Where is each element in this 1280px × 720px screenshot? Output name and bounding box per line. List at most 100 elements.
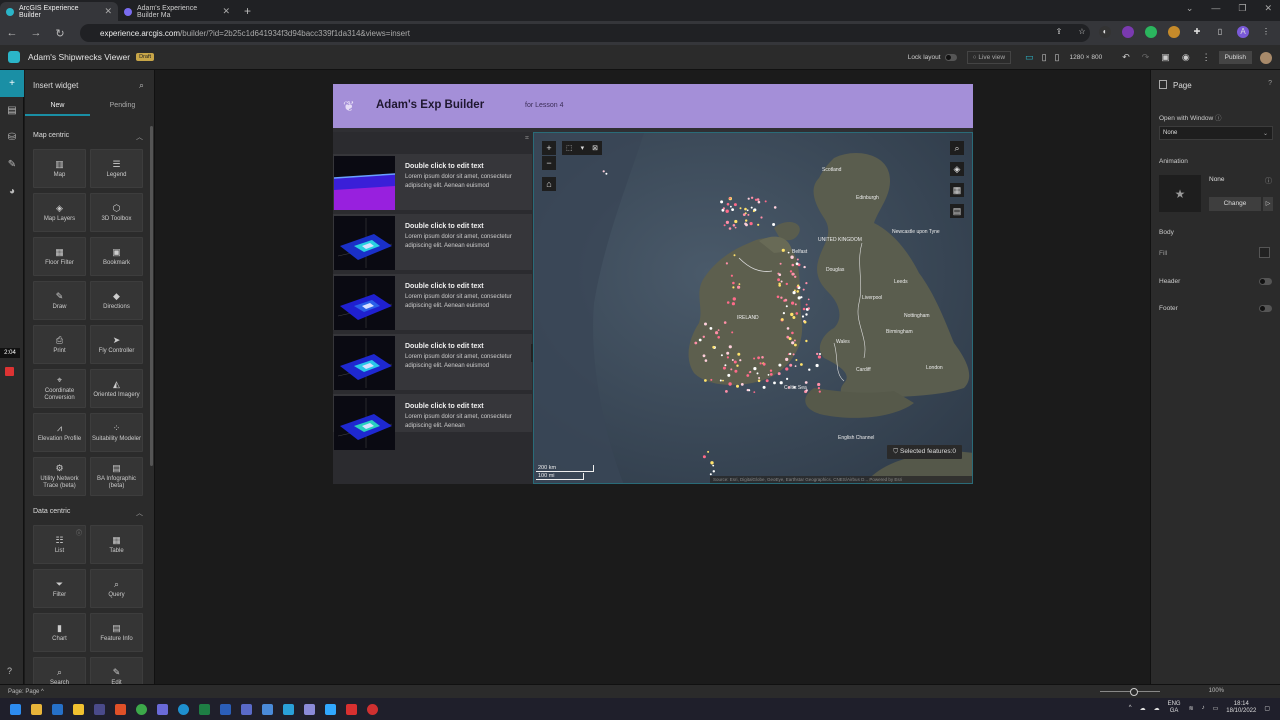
home-icon[interactable]: ⌂ xyxy=(542,177,556,191)
lock-layout-toggle[interactable] xyxy=(944,54,957,61)
list-item[interactable]: Double click to edit text Lorem ipsum dol… xyxy=(333,394,532,450)
save-icon[interactable]: ▣ xyxy=(1161,52,1170,63)
footer-toggle[interactable] xyxy=(1259,305,1272,312)
list-item-body[interactable]: Lorem ipsum dolor sit amet, consectetur … xyxy=(405,413,525,431)
back-icon[interactable]: ← xyxy=(0,27,24,39)
page-selector[interactable]: Page xyxy=(25,689,39,695)
chevron-up-icon[interactable]: ^ xyxy=(39,689,44,695)
info-icon[interactable]: ⓘ xyxy=(76,528,82,537)
windows-start-icon[interactable] xyxy=(10,703,21,715)
table-icon[interactable]: ▤ xyxy=(950,204,964,218)
widget-card-list[interactable]: ☷ List ⓘ xyxy=(33,525,86,564)
zoom-out-button[interactable]: − xyxy=(542,156,556,170)
open-with-window-select[interactable]: None ⌄ xyxy=(1159,126,1273,140)
widget-card-bookmark[interactable]: ▣ Bookmark xyxy=(90,237,143,276)
clear-selection-icon[interactable]: ⊠ xyxy=(592,144,598,152)
widget-card-filter[interactable]: ⏷ Filter xyxy=(33,569,86,608)
banner-subtitle[interactable]: for Lesson 4 xyxy=(525,102,564,109)
list-item-body[interactable]: Lorem ipsum dolor sit amet, consectetur … xyxy=(405,353,525,380)
language-indicator[interactable]: ENG GA xyxy=(1168,701,1181,715)
onedrive-icon[interactable]: ☁ xyxy=(1154,705,1160,712)
info-icon[interactable]: ⓘ xyxy=(1265,176,1272,186)
widget-card-ba-infographic-beta[interactable]: ▤ BA Infographic (beta) xyxy=(90,457,143,496)
widget-card-fly-controller[interactable]: ➤ Fly Controller xyxy=(90,325,143,364)
tab-pending[interactable]: Pending xyxy=(90,98,154,116)
cloud-icon[interactable]: ☁ xyxy=(1140,705,1146,712)
excel-icon[interactable] xyxy=(199,703,210,715)
wifi-icon[interactable]: ≋ xyxy=(1189,705,1194,712)
acrobat-icon[interactable] xyxy=(346,703,357,715)
resolution-dropdown[interactable]: 1280 × 800 xyxy=(1069,54,1102,61)
widget-card-legend[interactable]: ☰ Legend xyxy=(90,149,143,188)
widget-card-chart[interactable]: ▮ Chart xyxy=(33,613,86,652)
list-item-title[interactable]: Double click to edit text xyxy=(405,403,525,410)
select-icon[interactable]: ⬚ xyxy=(566,144,573,152)
map-widget[interactable]: + − ⌂ ⬚ ▾ ⊠ ⌕ ◈ ▦ ▤ Scotland Edinburgh UNITE… xyxy=(533,132,973,484)
banner-title[interactable]: Adam's Exp Builder xyxy=(376,99,484,111)
close-tab-icon[interactable]: ✕ xyxy=(104,6,112,17)
undo-icon[interactable]: ↶ xyxy=(1122,52,1130,63)
maximize-icon[interactable]: ❐ xyxy=(1238,3,1246,14)
browser-tab-experience-manager[interactable]: Adam's Experience Builder Ma ✕ xyxy=(118,2,236,21)
reload-icon[interactable]: ↻ xyxy=(48,27,72,40)
chevron-up-icon[interactable]: ︿ xyxy=(136,508,143,518)
user-avatar[interactable] xyxy=(1260,51,1272,64)
stop-recording-icon[interactable] xyxy=(5,367,14,376)
browser-tab-experience-builder[interactable]: ArcGIS Experience Builder ✕ xyxy=(0,2,118,21)
share-icon[interactable]: ⇪ xyxy=(1053,26,1065,38)
widget-card-search[interactable]: ⌕ Search xyxy=(33,657,86,684)
sidebar-icon[interactable]: ▯ xyxy=(1214,26,1226,38)
forward-icon[interactable]: → xyxy=(24,27,48,39)
file-explorer-icon[interactable] xyxy=(31,703,42,715)
powered-by-text[interactable]: Powered by Esri xyxy=(869,477,902,482)
tab-new[interactable]: New xyxy=(25,98,90,116)
widget-card-print[interactable]: ⎙ Print xyxy=(33,325,86,364)
extension-icon[interactable] xyxy=(1145,26,1157,38)
photoshop-icon[interactable] xyxy=(325,703,336,715)
tablet-device-icon[interactable]: ▯ xyxy=(1042,52,1047,63)
list-item[interactable]: Double click to edit text Lorem ipsum dol… xyxy=(333,334,532,390)
basemap-gallery-icon[interactable]: ▦ xyxy=(950,183,964,197)
zoom-slider[interactable] xyxy=(1100,688,1160,696)
widget-card-3d-toolbox[interactable]: ⬡ 3D Toolbox xyxy=(90,193,143,232)
list-item-body[interactable]: Lorem ipsum dolor sit amet, consectetur … xyxy=(405,293,525,320)
search-icon[interactable]: ⌕ xyxy=(950,141,964,155)
layers-icon[interactable]: ◈ xyxy=(950,162,964,176)
list-item-body[interactable]: Lorem ipsum dolor sit amet, consectetur … xyxy=(405,233,525,260)
widget-card-table[interactable]: ▦ Table xyxy=(90,525,143,564)
chevron-up-icon[interactable]: ^ xyxy=(1129,705,1132,711)
map-basemap[interactable] xyxy=(534,133,973,484)
widget-card-suitability-modeler[interactable]: ⁘ Suitability Modeler xyxy=(90,413,143,452)
app-icon[interactable] xyxy=(283,703,294,715)
list-item-title[interactable]: Double click to edit text xyxy=(405,163,525,170)
list-item-body[interactable]: Lorem ipsum dolor sit amet, consectetur … xyxy=(405,173,525,200)
widget-card-coordinate-conversion[interactable]: ⌖ Coordinate Conversion xyxy=(33,369,86,408)
change-animation-button[interactable]: Change xyxy=(1209,197,1261,211)
app-icon[interactable] xyxy=(157,703,168,715)
edge-icon[interactable] xyxy=(178,703,189,715)
list-item[interactable]: Double click to edit text Lorem ipsum dol… xyxy=(333,214,532,270)
widget-card-utility-network-trace-beta[interactable]: ⚙ Utility Network Trace (beta) xyxy=(33,457,86,496)
list-item-title[interactable]: Double click to edit text xyxy=(405,343,525,350)
app-icon[interactable] xyxy=(304,703,315,715)
app-name[interactable]: Adam's Shipwrecks Viewer xyxy=(28,52,130,62)
panel-scrollbar[interactable] xyxy=(150,126,153,466)
header-banner[interactable]: ❦ Adam's Exp Builder for Lesson 4 xyxy=(333,84,973,128)
theme-icon[interactable]: ◕ xyxy=(0,178,24,205)
insert-widget-icon[interactable]: + xyxy=(0,70,24,97)
battery-icon[interactable]: ▭ xyxy=(1213,705,1219,712)
mobile-device-icon[interactable]: ▯ xyxy=(1055,52,1060,63)
close-window-icon[interactable]: ✕ xyxy=(1264,3,1272,14)
app-icon[interactable] xyxy=(262,703,273,715)
widget-card-draw[interactable]: ✎ Draw xyxy=(33,281,86,320)
extension-icon[interactable] xyxy=(1122,26,1134,38)
chevron-down-icon[interactable]: ▾ xyxy=(581,144,585,152)
select-tool[interactable]: ⬚ ▾ ⊠ xyxy=(562,141,602,155)
help-icon[interactable]: ? xyxy=(7,666,12,676)
data-icon[interactable]: ⛁ xyxy=(0,124,24,151)
widget-card-map[interactable]: ▥ Map xyxy=(33,149,86,188)
chevron-down-icon[interactable]: ⌄ xyxy=(1186,3,1194,14)
data-centric-section[interactable]: Data centric ︿ xyxy=(33,508,143,518)
zoom-icon[interactable] xyxy=(241,703,252,715)
more-icon[interactable]: ⋮ xyxy=(1202,52,1211,63)
